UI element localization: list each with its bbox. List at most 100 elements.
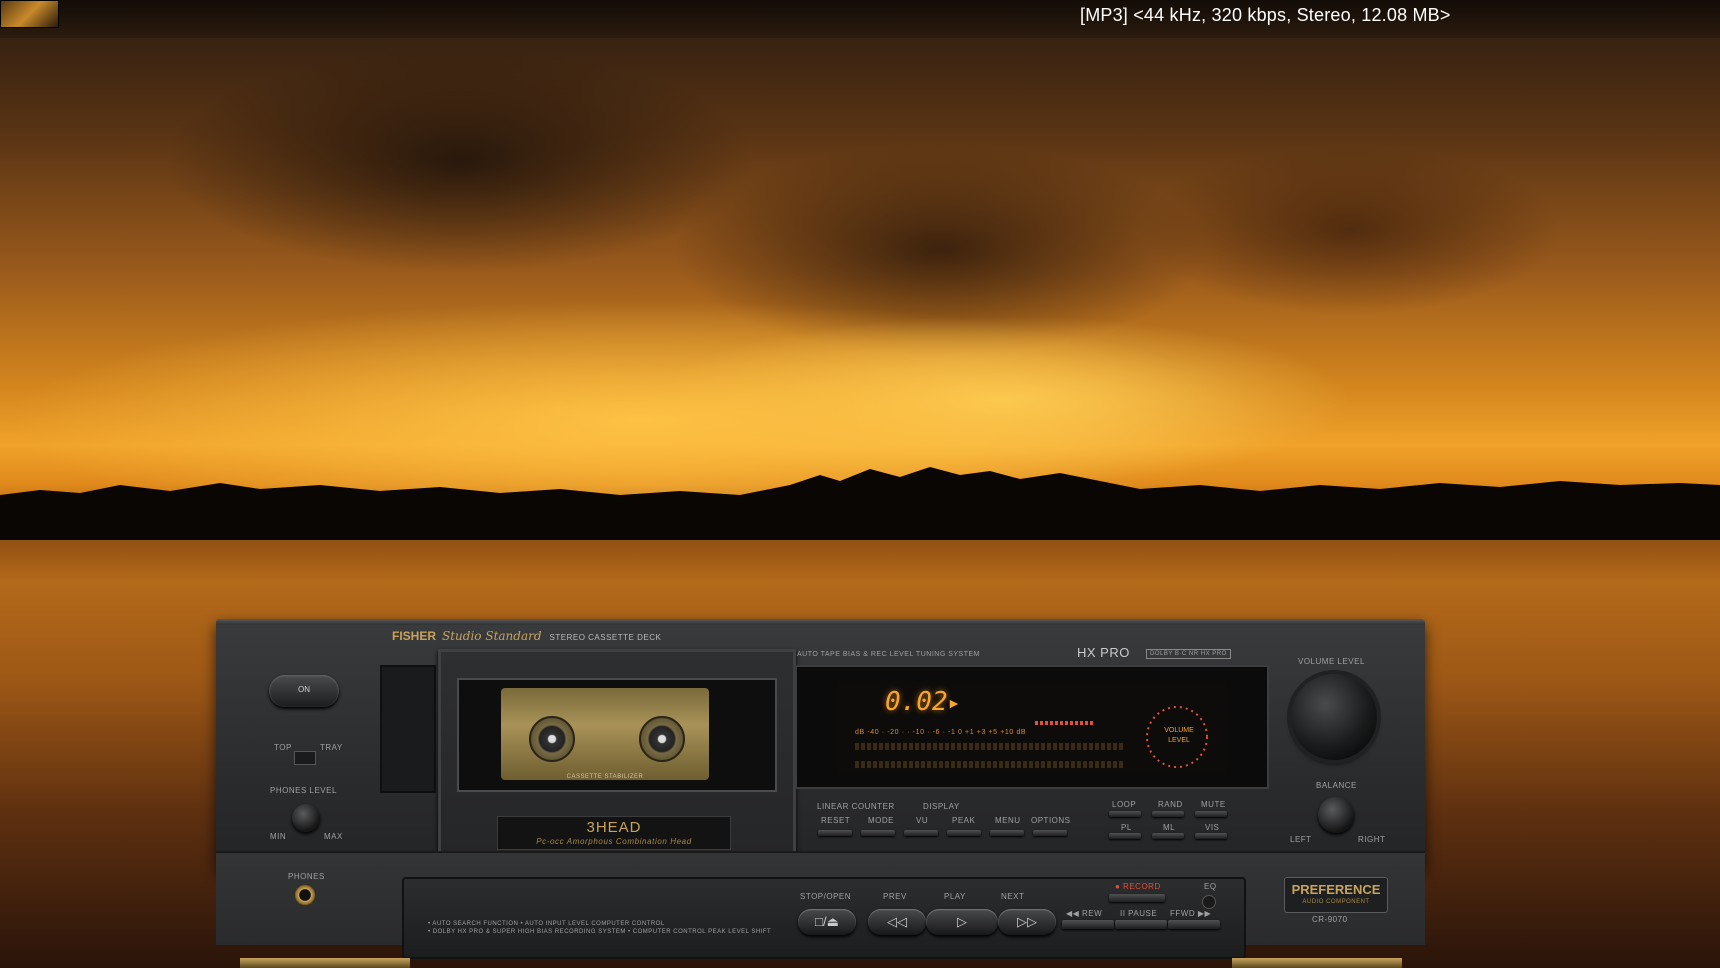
mute-label: MUTE (1201, 800, 1226, 809)
ml-button[interactable] (1152, 833, 1184, 839)
next-label: NEXT (1001, 892, 1025, 901)
hx-pro-label: HX PRO (1077, 645, 1130, 660)
loop-button[interactable] (1109, 811, 1141, 817)
model-label: CR-9070 (1312, 915, 1348, 924)
record-button[interactable] (1109, 894, 1165, 902)
play-button[interactable]: ▷ (926, 909, 998, 935)
brand-logo: FISHER Studio Standard STEREO CASSETTE DEC… (392, 629, 661, 643)
pause-button[interactable] (1115, 920, 1167, 929)
left-panel-window (380, 665, 436, 793)
peak-label: PEAK (952, 816, 976, 825)
loop-label: LOOP (1112, 800, 1137, 809)
tray-label: TRAY (320, 743, 343, 752)
tape-window: CASSETTE STABILIZER (457, 678, 777, 792)
file-info-text: [MP3] <44 kHz, 320 kbps, Stereo, 12.08 M… (1080, 5, 1451, 25)
cassette-tape: CASSETTE STABILIZER (501, 688, 709, 780)
right-reel (639, 716, 685, 762)
pl-label: PL (1121, 823, 1132, 832)
rew-button[interactable] (1062, 920, 1114, 929)
pl-button[interactable] (1109, 833, 1141, 839)
menu-label: MENU (995, 816, 1021, 825)
reset-label: RESET (821, 816, 851, 825)
vu-meter-left (855, 743, 1125, 750)
brand-name: FISHER (392, 629, 437, 643)
vu-meter-right (855, 761, 1125, 768)
phones-level-label: PHONES LEVEL (270, 786, 337, 795)
preference-badge: PREFERENCE AUDIO COMPONENT (1284, 877, 1388, 913)
options-label: OPTIONS (1031, 816, 1071, 825)
prev-label: PREV (883, 892, 907, 901)
top-label: TOP (274, 743, 292, 752)
ffwd-button[interactable] (1168, 920, 1220, 929)
mute-button[interactable] (1195, 811, 1227, 817)
linear-counter-label: LINEAR COUNTER (817, 802, 895, 811)
brand-script: Studio Standard (442, 629, 542, 643)
deck-foot-right (1232, 958, 1402, 968)
time-counter: 0.02 (885, 687, 948, 717)
stop-open-label: STOP/OPEN (800, 892, 852, 901)
rand-button[interactable] (1152, 811, 1184, 817)
stop-open-button[interactable]: □/⏏ (798, 909, 856, 935)
head-plate: 3HEAD Pc-occ Amorphous Combination Head (497, 816, 731, 850)
min-label: MIN (270, 832, 287, 841)
treeline-silhouette (0, 467, 1720, 540)
ffwd-label: FFWD ▶▶ (1170, 909, 1212, 918)
vu-scale: dB -40 · -20 · · -10 · -6 · -1 0 +1 +3 +… (855, 729, 1027, 736)
features-line-2: • DOLBY HX PRO & SUPER HIGH BIAS RECORDI… (428, 929, 772, 935)
deck-foot-left (240, 958, 410, 968)
right-label: RIGHT (1358, 835, 1386, 844)
deck-top-edge (216, 619, 1425, 625)
vu-label: VU (916, 816, 929, 825)
vfd-display: 0.02 ► dB -40 · -20 · · -10 · -6 · -1 0 … (795, 665, 1269, 789)
features-line-1: • AUTO SEARCH FUNCTION • AUTO INPUT LEVE… (428, 921, 665, 927)
top-tray-switch[interactable] (294, 751, 316, 765)
album-thumbnail[interactable] (0, 0, 59, 28)
cassette-stabilizer-label: CASSETTE STABILIZER (566, 774, 644, 780)
display-inner: 0.02 ► dB -40 · -20 · · -10 · -6 · -1 0 … (837, 681, 1227, 775)
left-reel (529, 716, 575, 762)
head-title: 3HEAD (586, 819, 642, 836)
volume-knob[interactable] (1291, 674, 1377, 760)
balance-knob[interactable] (1318, 797, 1354, 833)
vu-button[interactable] (904, 830, 938, 836)
max-label: MAX (324, 832, 343, 841)
volume-level-label: VOLUME LEVEL (1298, 657, 1365, 666)
phones-jack[interactable] (294, 884, 316, 906)
next-button[interactable]: ▷▷ (998, 909, 1056, 935)
head-subtitle: Pc-occ Amorphous Combination Head (536, 837, 692, 846)
mode-label: MODE (868, 816, 894, 825)
top-info-bar: [MP3] <44 kHz, 320 kbps, Stereo, 12.08 M… (0, 0, 1720, 38)
balance-label: BALANCE (1316, 781, 1357, 790)
mode-button[interactable] (861, 830, 895, 836)
cassette-deck-skin: FISHER Studio Standard STEREO CASSETTE DEC… (216, 619, 1425, 959)
play-indicator: ► (947, 695, 961, 711)
preference-title: PREFERENCE (1291, 882, 1381, 897)
pause-label: II PAUSE (1120, 909, 1158, 918)
volume-dial-label: VOLUME LEVEL (1164, 727, 1194, 744)
peak-bar (1035, 721, 1095, 725)
vis-button[interactable] (1195, 833, 1227, 839)
phones-level-knob[interactable] (292, 804, 320, 832)
left-label: LEFT (1290, 835, 1312, 844)
eq-button[interactable] (1202, 895, 1216, 909)
rew-label: ◀◀ REW (1066, 909, 1103, 918)
record-label: ● RECORD (1115, 882, 1161, 891)
vis-label: VIS (1205, 823, 1220, 832)
auto-tape-label: AUTO TAPE BIAS & REC LEVEL TUNING SYSTEM (797, 651, 980, 658)
preference-subtitle: AUDIO COMPONENT (1302, 899, 1370, 905)
brand-subtitle: STEREO CASSETTE DECK (549, 633, 662, 642)
phones-label: PHONES (288, 872, 325, 881)
prev-button[interactable]: ◁◁ (868, 909, 926, 935)
cassette-door[interactable]: CASSETTE STABILIZER 3HEAD Pc-occ Amorpho… (438, 649, 796, 883)
eq-label: EQ (1204, 882, 1217, 891)
menu-button[interactable] (990, 830, 1024, 836)
options-button[interactable] (1033, 830, 1067, 836)
power-button[interactable]: ON (269, 675, 339, 707)
power-label: ON (298, 685, 310, 694)
play-label: PLAY (944, 892, 966, 901)
dolby-badge: DOLBY B·C NR HX PRO (1146, 649, 1231, 659)
peak-button[interactable] (947, 830, 981, 836)
rand-label: RAND (1158, 800, 1183, 809)
display-label: DISPLAY (923, 802, 960, 811)
reset-button[interactable] (818, 830, 852, 836)
